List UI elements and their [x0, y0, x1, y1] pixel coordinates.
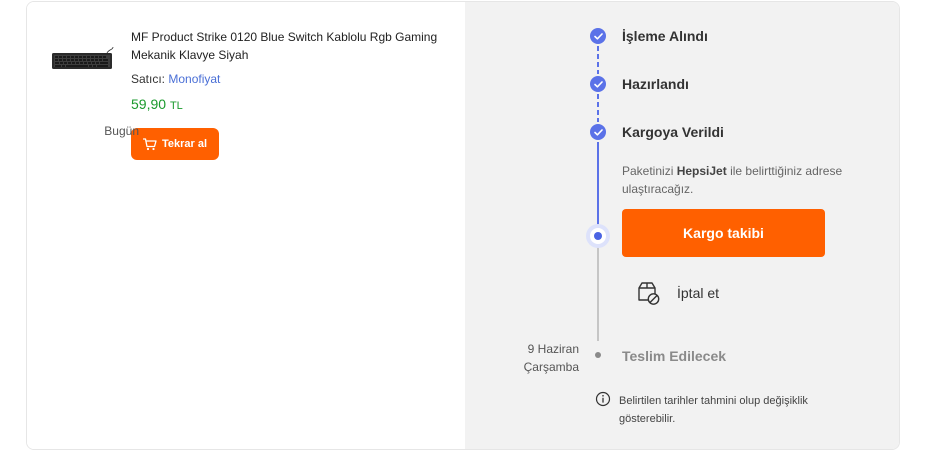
- future-step-dot: [595, 352, 601, 358]
- delivery-date-day: 9 Haziran: [527, 342, 579, 356]
- info-prefix: Paketinizi: [622, 164, 677, 178]
- step-label: İşleme Alındı: [622, 28, 708, 44]
- delivery-date: 9 Haziran Çarşamba: [501, 340, 579, 376]
- timeline-progress-line: [597, 142, 599, 236]
- product-title[interactable]: MF Product Strike 0120 Blue Switch Kablo…: [131, 28, 441, 64]
- tracking-panel: İşleme Alındı Hazırlandı Bugün Kargoya V…: [104, 2, 899, 449]
- delivery-date-weekday: Çarşamba: [523, 360, 579, 374]
- seller-prefix: Satıcı:: [131, 72, 166, 86]
- current-position-dot: [590, 228, 606, 244]
- estimate-note: Belirtilen tarihler tahmini olup değişik…: [595, 391, 845, 428]
- seller-info: Satıcı: Monofiyat: [131, 72, 220, 86]
- reorder-label: Tekrar al: [161, 138, 208, 150]
- seller-link[interactable]: Monofiyat: [168, 72, 220, 86]
- cart-icon: [142, 137, 157, 150]
- step-complete-icon: [590, 28, 606, 44]
- step-label: Kargoya Verildi: [622, 124, 724, 140]
- product-panel: MF Product Strike 0120 Blue Switch Kablo…: [27, 2, 465, 449]
- timeline-connector-1: [597, 46, 599, 74]
- step-date: Bugün: [104, 124, 139, 138]
- product-price: 59,90 TL: [131, 96, 183, 112]
- reorder-button[interactable]: Tekrar al: [131, 128, 219, 160]
- step-label: Hazırlandı: [622, 76, 689, 92]
- delivery-status-label: Teslim Edilecek: [622, 348, 727, 364]
- order-card: MF Product Strike 0120 Blue Switch Kablo…: [26, 1, 900, 450]
- keyboard-product-image[interactable]: [51, 47, 115, 71]
- timeline-remaining-line: [597, 244, 599, 341]
- estimate-note-text: Belirtilen tarihler tahmini olup değişik…: [619, 395, 808, 425]
- step-complete-icon: [590, 76, 606, 92]
- step-complete-icon: [590, 124, 606, 140]
- price-amount: 59,90: [131, 96, 167, 112]
- cancel-package-icon: [638, 282, 660, 305]
- cancel-label: İptal et: [677, 285, 720, 301]
- timeline-connector-2: [597, 94, 599, 122]
- info-icon: [595, 391, 611, 407]
- cargo-tracking-button[interactable]: Kargo takibi: [622, 209, 825, 257]
- shipping-info-text: Paketinizi HepsiJet ile belirttiğiniz ad…: [622, 162, 857, 198]
- carrier-name: HepsiJet: [676, 164, 727, 178]
- cancel-order-button[interactable]: İptal et: [635, 279, 719, 307]
- price-currency: TL: [169, 100, 183, 112]
